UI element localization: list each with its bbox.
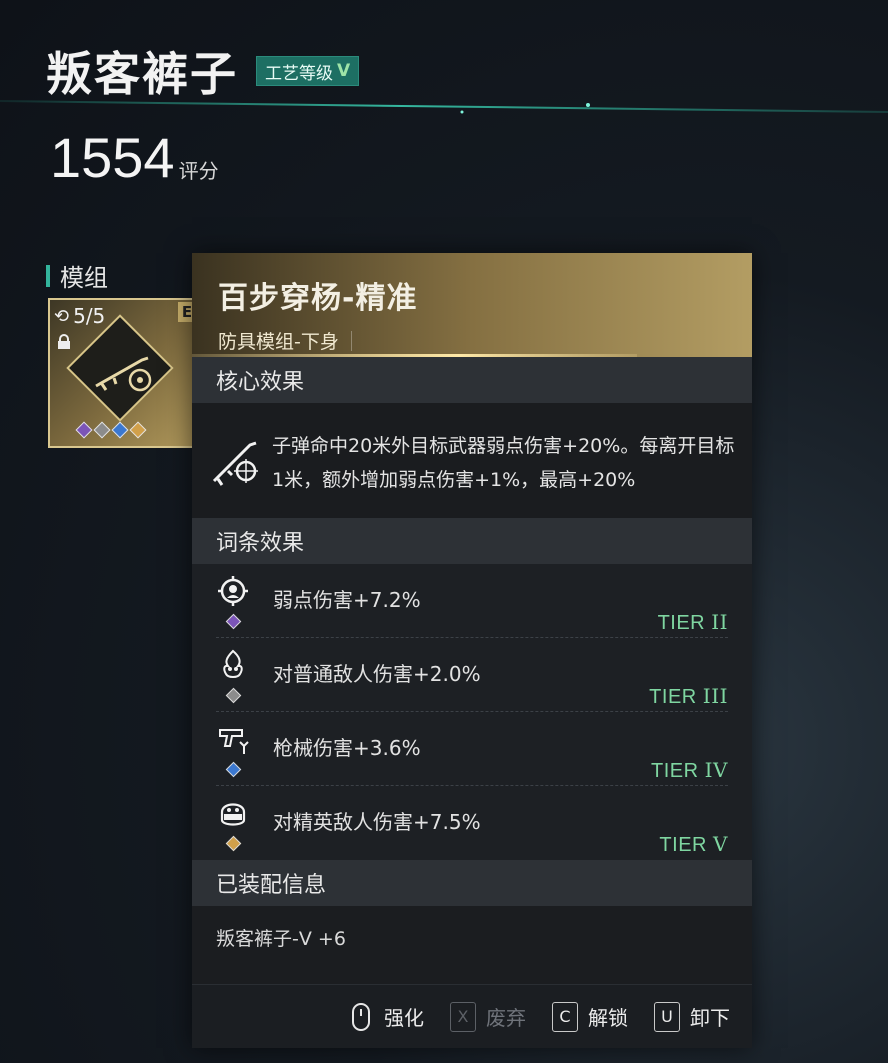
tier-prefix: TIER — [659, 834, 707, 856]
perk-dot — [93, 421, 111, 439]
score-row: 1554 评分 — [50, 130, 219, 186]
unequip-label: 卸下 — [690, 1006, 730, 1030]
perk-row: 对精英敌人伤害+7.5% TIER V — [216, 786, 728, 860]
elite-mask-icon — [220, 803, 246, 826]
perk-dot — [225, 835, 242, 852]
perk-row: 枪械伤害+3.6% TIER IV — [216, 712, 728, 786]
mouse-icon — [352, 1002, 370, 1031]
section-accent-bar — [46, 264, 50, 287]
sniper-rifle-icon — [95, 356, 152, 392]
subtitle-separator — [350, 330, 352, 351]
perk-dot — [225, 687, 242, 704]
craft-level-value: V — [337, 61, 351, 81]
perk-list: 弱点伤害+7.2% TIER II 对普通敌人伤害+2.0% TIER III … — [192, 564, 752, 860]
lock-icon — [56, 334, 72, 354]
mod-type: 防具模组-下身 — [218, 327, 726, 354]
core-effect-heading: 核心效果 — [192, 357, 752, 403]
crosshair-icon — [218, 576, 248, 606]
key-c: C — [552, 1001, 578, 1032]
tier-prefix: TIER — [657, 612, 706, 634]
mod-count: ⟲ 5/5 — [54, 304, 105, 328]
mod-slot-card[interactable]: ⟲ 5/5 E — [48, 298, 198, 448]
craft-level-label: 工艺等级 — [265, 63, 333, 84]
equipped-info-body: 叛客裤子-V +6 — [192, 906, 752, 984]
perk-tier: TIER III — [649, 684, 728, 709]
perk-dot — [225, 613, 242, 630]
header-underline — [192, 354, 637, 357]
mod-name: 百步穿杨-精准 — [218, 281, 418, 316]
core-effect-body: 子弹命中20米外目标武器弱点伤害+20%。每离开目标1米，额外增加弱点伤害+1%… — [192, 403, 752, 518]
unlock-button[interactable]: C 解锁 — [552, 1001, 628, 1032]
mod-perk-dots — [75, 421, 147, 439]
tier-prefix: TIER — [651, 760, 699, 782]
craft-level-badge: 工艺等级 V — [256, 56, 360, 86]
score-value: 1554 — [50, 126, 175, 189]
item-title: 叛客裤子 — [46, 47, 238, 101]
perk-dot — [111, 421, 129, 439]
core-effect-text: 子弹命中20米外目标武器弱点伤害+20%。每离开目标1米，额外增加弱点伤害+1%… — [272, 435, 735, 491]
mod-count-value: 5/5 — [73, 304, 106, 328]
perk-dot — [225, 761, 242, 778]
perk-tier: TIER II — [658, 610, 728, 635]
mod-detail-panel: 百步穿杨-精准 防具模组-下身 核心效果 子弹命中20米外目标武器弱点伤害+20… — [192, 253, 752, 1048]
action-bar: 强化 X 废弃 C 解锁 U 卸下 — [192, 984, 752, 1048]
perk-text: 枪械伤害+3.6% — [273, 736, 421, 760]
gun-burst-icon — [219, 729, 249, 754]
score-unit: 评分 — [178, 159, 219, 183]
perk-row: 对普通敌人伤害+2.0% TIER III — [216, 638, 728, 712]
perk-text: 弱点伤害+7.2% — [273, 588, 421, 612]
enhance-label: 强化 — [384, 1006, 424, 1030]
unequip-button[interactable]: U 卸下 — [654, 1001, 730, 1032]
perks-heading: 词条效果 — [192, 518, 752, 564]
perk-row: 弱点伤害+7.2% TIER II — [216, 564, 728, 638]
mod-type-label: 防具模组-下身 — [218, 331, 339, 353]
equipped-info-heading: 已装配信息 — [192, 860, 752, 906]
perk-dot — [75, 421, 93, 439]
recycle-icon: ⟲ — [54, 305, 70, 327]
unlock-label: 解锁 — [588, 1006, 628, 1030]
sniper-scope-icon — [212, 441, 258, 486]
tier-roman: IV — [704, 758, 728, 782]
tier-roman: V — [713, 832, 728, 856]
divider-glow-line — [0, 100, 888, 114]
title-row: 叛客裤子 工艺等级 V — [46, 38, 360, 104]
perk-tier: TIER IV — [651, 758, 728, 783]
mods-section-header: 模组 — [46, 258, 108, 293]
perk-dot — [129, 421, 147, 439]
panel-header: 百步穿杨-精准 防具模组-下身 — [192, 253, 752, 357]
enhance-button[interactable]: 强化 — [352, 1002, 424, 1031]
key-x: X — [450, 1001, 476, 1032]
discard-label: 废弃 — [486, 1006, 526, 1030]
tier-roman: III — [702, 684, 728, 708]
key-u: U — [654, 1001, 680, 1032]
tier-prefix: TIER — [649, 686, 697, 708]
mods-section-label: 模组 — [60, 264, 108, 292]
perk-text: 对精英敌人伤害+7.5% — [273, 810, 481, 834]
equipped-item-text: 叛客裤子-V +6 — [216, 928, 346, 950]
perk-text: 对普通敌人伤害+2.0% — [273, 662, 481, 686]
discard-button[interactable]: X 废弃 — [450, 1001, 526, 1032]
flame-enemy-icon — [223, 649, 243, 678]
tier-roman: II — [711, 610, 728, 634]
perk-tier: TIER V — [659, 832, 728, 857]
